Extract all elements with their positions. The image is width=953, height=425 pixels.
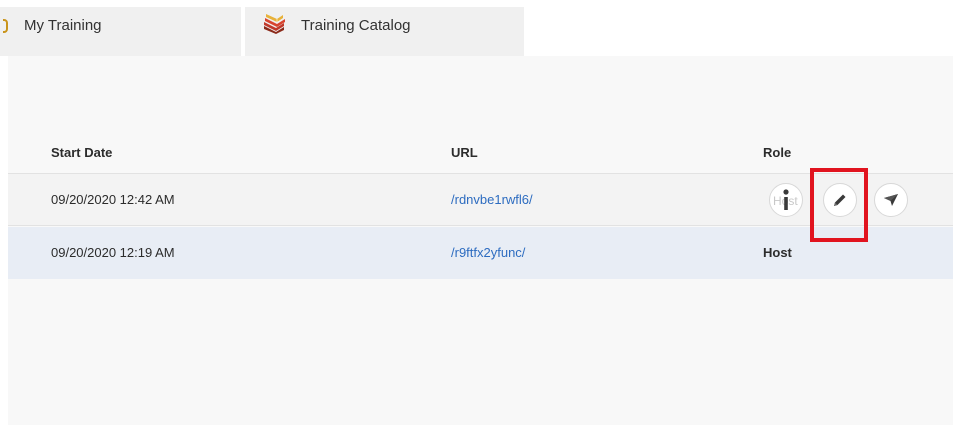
tab-my-training-label: My Training <box>24 17 102 34</box>
info-icon <box>783 189 789 210</box>
table-row[interactable]: 09/20/2020 12:19 AM /r9ftfx2yfunc/ Host <box>8 227 953 279</box>
page: My Training Training Catalog Start Date … <box>0 0 953 425</box>
column-header-url[interactable]: URL <box>451 145 478 160</box>
session-url-link[interactable]: /rdnvbe1rwfl6/ <box>451 192 533 207</box>
column-header-role[interactable]: Role <box>763 145 791 160</box>
tab-training-catalog[interactable]: Training Catalog <box>245 7 524 56</box>
table-header: Start Date URL Role <box>8 132 953 174</box>
table-row[interactable]: 09/20/2020 12:42 AM /rdnvbe1rwfl6/ Host <box>8 174 953 226</box>
session-url-link[interactable]: /r9ftfx2yfunc/ <box>451 245 525 260</box>
tab-bar: My Training Training Catalog <box>0 0 953 56</box>
tab-my-training[interactable]: My Training <box>0 7 241 56</box>
role-cell: Host <box>763 245 792 260</box>
edit-button[interactable] <box>823 183 857 217</box>
send-icon <box>884 194 898 206</box>
column-header-start-date[interactable]: Start Date <box>51 145 112 160</box>
books-icon <box>264 14 285 34</box>
info-button[interactable]: Host <box>769 183 803 217</box>
send-button[interactable] <box>874 183 908 217</box>
folder-edge-icon <box>3 19 8 33</box>
start-date-cell: 09/20/2020 12:42 AM <box>51 192 175 207</box>
pencil-icon <box>834 194 846 206</box>
start-date-cell: 09/20/2020 12:19 AM <box>51 245 175 260</box>
tab-training-catalog-label: Training Catalog <box>301 17 411 34</box>
